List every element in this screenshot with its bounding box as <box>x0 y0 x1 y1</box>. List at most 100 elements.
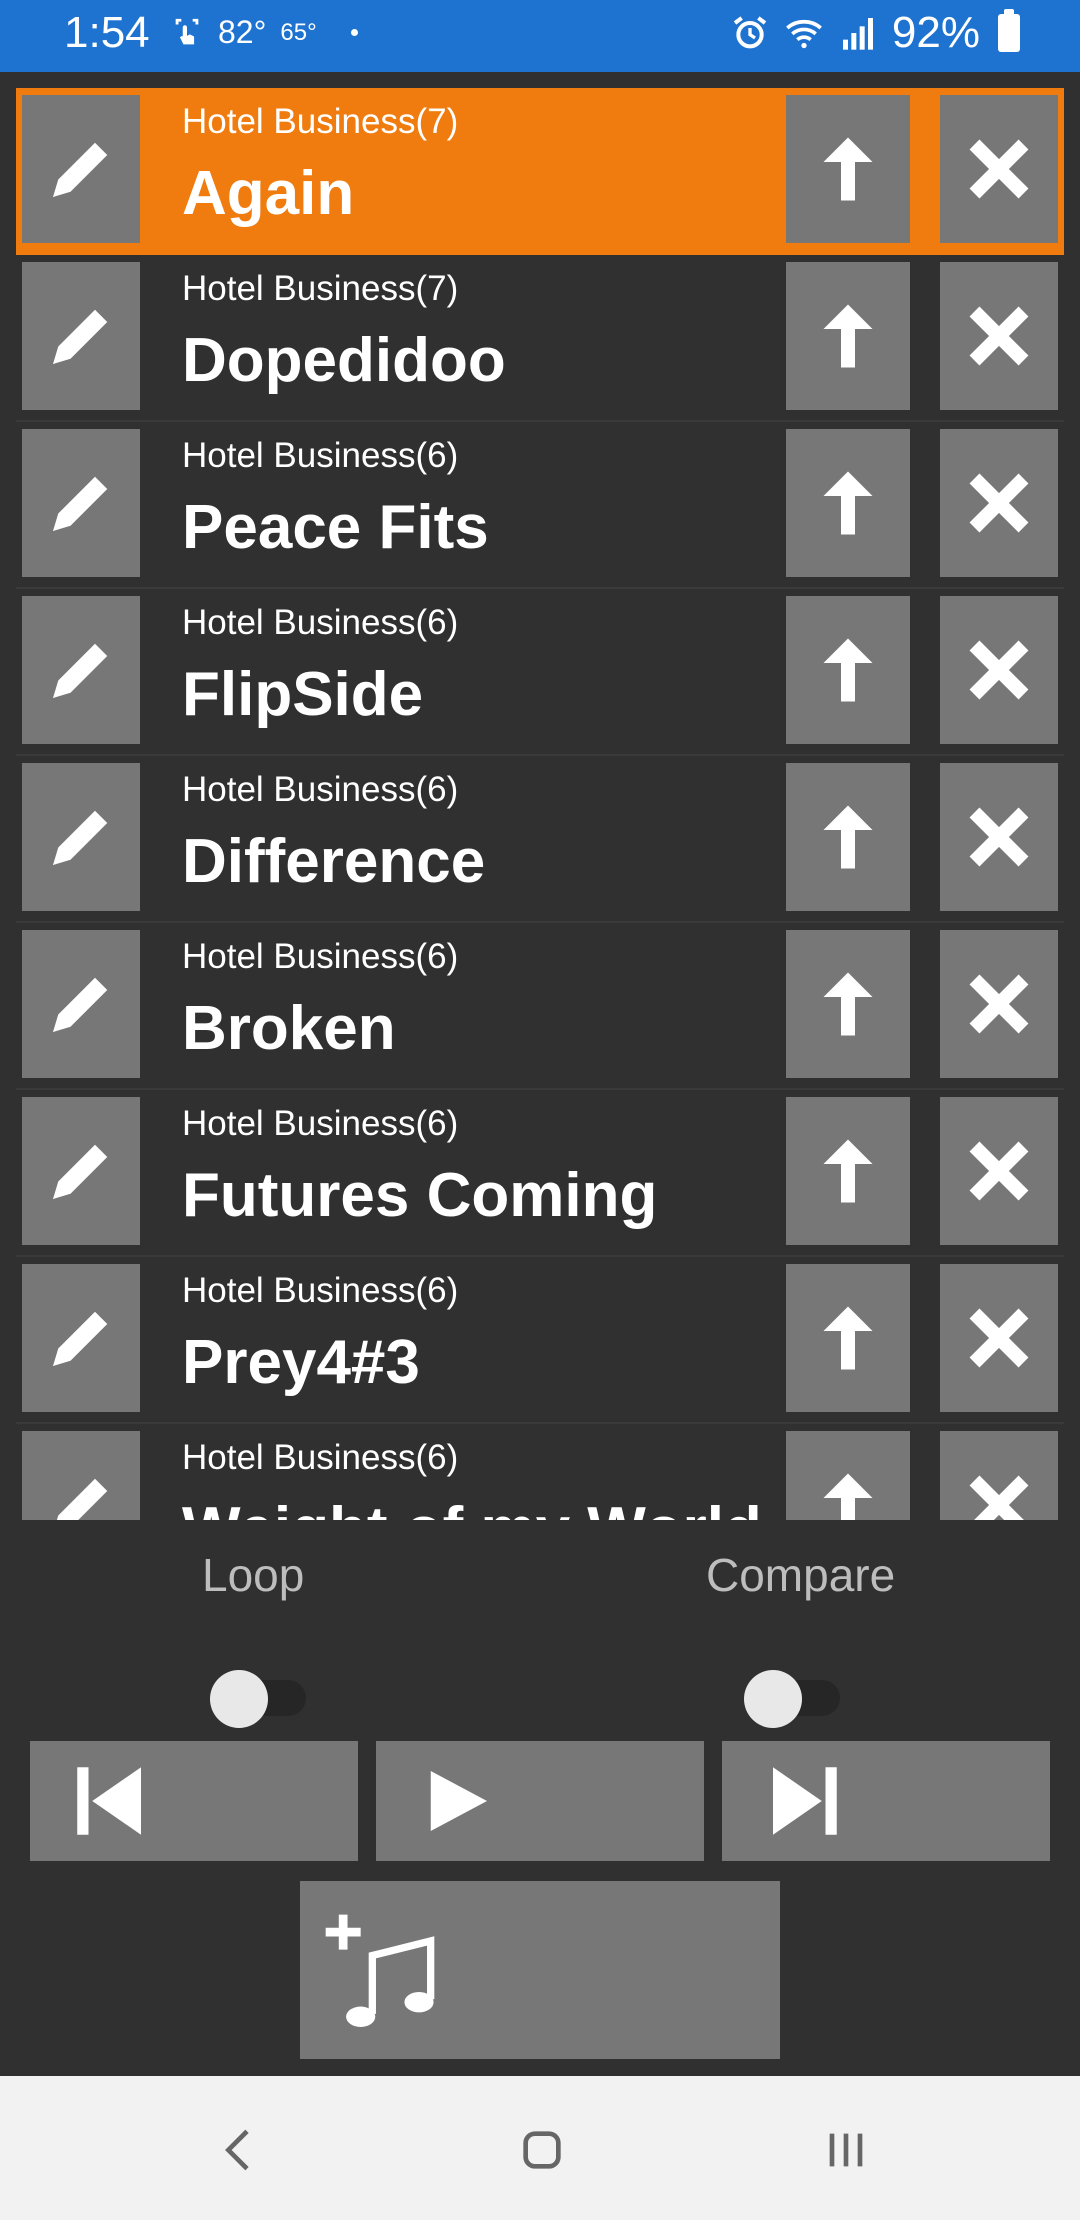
remove-button[interactable] <box>940 930 1058 1078</box>
weather-group: 82° 65° <box>170 14 358 51</box>
skip-next-icon <box>773 1767 837 1835</box>
arrow-up-icon <box>823 972 873 1036</box>
remove-button[interactable] <box>940 429 1058 577</box>
edit-button[interactable] <box>22 429 140 577</box>
loop-toggle-knob <box>210 1670 268 1728</box>
edit-button[interactable] <box>22 930 140 1078</box>
compare-toggle-knob <box>744 1670 802 1728</box>
arrow-up-icon <box>823 1306 873 1370</box>
compare-label: Compare <box>706 1549 896 1601</box>
play-icon <box>430 1771 487 1831</box>
recent-apps-icon[interactable] <box>818 2122 874 2178</box>
alarm-icon <box>733 16 767 49</box>
edit-button[interactable] <box>22 763 140 911</box>
playlist-row[interactable]: Hotel Business(6) Difference <box>16 756 1064 923</box>
close-icon <box>969 1141 1029 1201</box>
playlist[interactable]: Hotel Business(7) Again Hotel Business(7) D… <box>16 88 1064 1520</box>
track-title: Dopedidoo <box>182 326 506 395</box>
compare-toggle[interactable] <box>744 1670 840 1728</box>
arrow-up-icon <box>823 471 873 535</box>
status-right: 92% <box>730 8 1020 58</box>
status-time: 1:54 <box>64 8 150 57</box>
arrow-up-icon <box>823 304 873 368</box>
pencil-icon <box>53 643 108 698</box>
edit-button[interactable] <box>22 95 140 243</box>
playlist-row[interactable]: Hotel Business(6) Futures Coming <box>16 1090 1064 1257</box>
track-title: Weight of my World <box>182 1494 762 1520</box>
home-icon[interactable] <box>514 2122 570 2178</box>
edit-button[interactable] <box>22 1431 140 1520</box>
pencil-icon <box>53 1144 108 1199</box>
pencil-icon <box>53 810 108 865</box>
track-album: Hotel Business(6) <box>182 436 459 475</box>
move-up-button[interactable] <box>786 763 910 911</box>
status-bar: 1:54 82° 65° 92% <box>0 0 1080 72</box>
play-button[interactable] <box>376 1741 704 1861</box>
navigation-bar <box>0 2076 1080 2220</box>
edit-button[interactable] <box>22 1264 140 1412</box>
back-icon[interactable] <box>212 2122 268 2178</box>
track-title: Peace Fits <box>182 493 489 562</box>
remove-button[interactable] <box>940 1264 1058 1412</box>
pencil-icon <box>56 1478 108 1520</box>
playlist-row[interactable]: Hotel Business(7) Again <box>16 88 1064 255</box>
move-up-button[interactable] <box>786 95 910 243</box>
battery-icon <box>998 9 1020 52</box>
remove-button[interactable] <box>940 763 1058 911</box>
track-title: Broken <box>182 994 396 1063</box>
edit-button[interactable] <box>22 596 140 744</box>
arrow-up-icon <box>823 137 873 201</box>
temp-low: 65° <box>280 18 317 46</box>
arrow-up-icon <box>823 638 873 702</box>
signal-icon <box>842 18 873 50</box>
track-album: Hotel Business(6) <box>182 937 459 976</box>
close-icon <box>969 1475 1029 1520</box>
close-icon <box>969 1308 1029 1368</box>
track-title: Difference <box>182 827 486 896</box>
close-icon <box>969 807 1029 867</box>
pencil-icon <box>53 1311 108 1366</box>
pencil-icon <box>53 309 108 364</box>
track-album: Hotel Business(6) <box>182 603 459 642</box>
move-up-button[interactable] <box>786 262 910 410</box>
previous-button[interactable] <box>30 1741 358 1861</box>
move-up-button[interactable] <box>786 1264 910 1412</box>
remove-button[interactable] <box>940 1097 1058 1245</box>
track-album: Hotel Business(7) <box>182 269 459 308</box>
touch-icon <box>175 18 199 44</box>
track-title: Futures Coming <box>182 1161 658 1230</box>
edit-button[interactable] <box>22 262 140 410</box>
loop-toggle[interactable] <box>210 1670 306 1728</box>
track-album: Hotel Business(6) <box>182 1104 459 1143</box>
loop-label: Loop <box>202 1549 305 1601</box>
track-album: Hotel Business(6) <box>182 1271 459 1310</box>
temp-high: 82° <box>218 14 267 50</box>
playlist-row[interactable]: Hotel Business(6) Peace Fits <box>16 422 1064 589</box>
close-icon <box>969 139 1029 199</box>
move-up-button[interactable] <box>786 1097 910 1245</box>
move-up-button[interactable] <box>786 930 910 1078</box>
remove-button[interactable] <box>940 95 1058 243</box>
close-icon <box>969 306 1029 366</box>
move-up-button[interactable] <box>786 1431 910 1520</box>
playlist-row[interactable]: Hotel Business(6) Prey4#3 <box>16 1257 1064 1424</box>
close-icon <box>969 473 1029 533</box>
track-title: FlipSide <box>182 660 424 729</box>
add-music-button[interactable] <box>300 1881 780 2059</box>
next-button[interactable] <box>722 1741 1050 1861</box>
edit-button[interactable] <box>22 1097 140 1245</box>
remove-button[interactable] <box>940 596 1058 744</box>
close-icon <box>969 974 1029 1034</box>
playlist-row[interactable]: Hotel Business(6) Broken <box>16 923 1064 1090</box>
playlist-row[interactable]: Hotel Business(7) Dopedidoo <box>16 255 1064 422</box>
battery-percent: 92% <box>891 8 980 57</box>
remove-button[interactable] <box>940 1431 1058 1520</box>
arrow-up-icon <box>823 1139 873 1203</box>
move-up-button[interactable] <box>786 429 910 577</box>
move-up-button[interactable] <box>786 596 910 744</box>
skip-previous-icon <box>77 1767 141 1835</box>
playlist-row[interactable]: Hotel Business(6) FlipSide <box>16 589 1064 756</box>
remove-button[interactable] <box>940 262 1058 410</box>
pencil-icon <box>53 142 108 197</box>
playlist-row[interactable]: Hotel Business(6) Weight of my World <box>16 1424 1064 1520</box>
